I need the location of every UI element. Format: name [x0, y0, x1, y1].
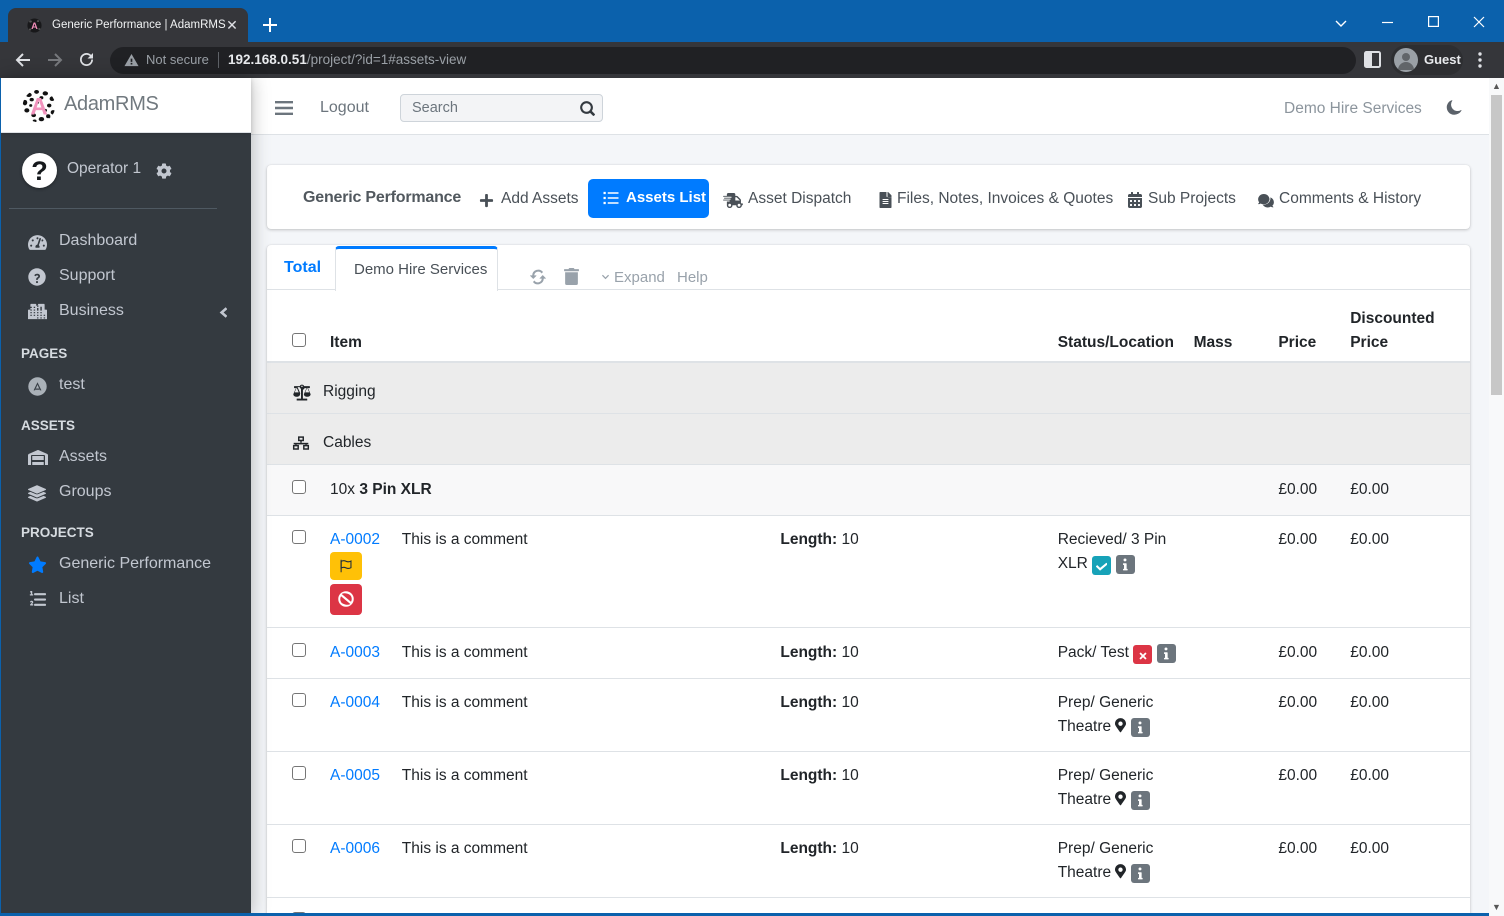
svg-text:A: A	[30, 93, 48, 120]
svg-text:A: A	[31, 21, 38, 31]
